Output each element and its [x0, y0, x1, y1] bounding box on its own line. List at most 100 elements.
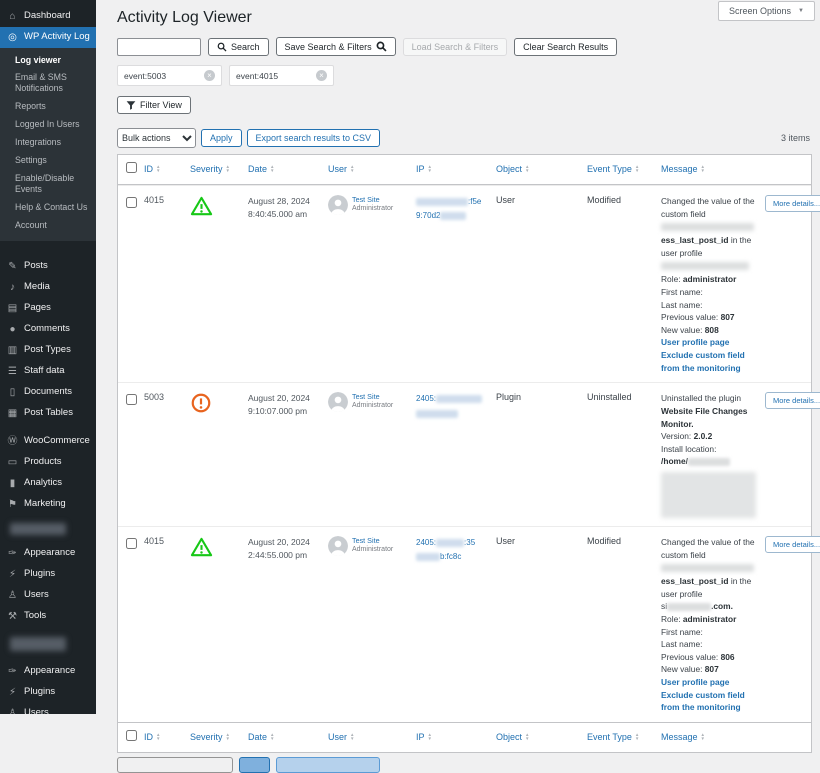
load-search-filters-button[interactable]: Load Search & Filters: [403, 38, 508, 56]
sidebar-item[interactable]: ● Comments: [0, 319, 96, 340]
sidebar-item[interactable]: ⚡ Plugins: [0, 564, 96, 585]
select-all-checkbox[interactable]: [126, 730, 137, 741]
save-search-filters-button[interactable]: Save Search & Filters: [276, 37, 396, 56]
more-details-button[interactable]: More details...: [765, 195, 820, 212]
column-header[interactable]: Date ▲▼: [248, 164, 328, 174]
sort-icon[interactable]: ▲▼: [428, 165, 432, 173]
bulk-actions-select[interactable]: [117, 757, 233, 773]
sidebar-item[interactable]: ⚑ Marketing: [0, 494, 96, 515]
sort-icon[interactable]: ▲▼: [156, 165, 160, 173]
sidebar-item-dashboard[interactable]: ⌂ Dashboard: [0, 6, 96, 27]
sidebar-item-wp-activity-log[interactable]: ◎ WP Activity Log: [0, 27, 96, 48]
sidebar-item[interactable]: ▮ Analytics: [0, 473, 96, 494]
apply-button[interactable]: Apply: [201, 129, 242, 147]
column-header[interactable]: User ▲▼: [328, 164, 416, 174]
filter-view-button[interactable]: Filter View: [117, 96, 191, 114]
redacted-text: [661, 564, 754, 572]
column-header[interactable]: Severity ▲▼: [190, 164, 248, 174]
sidebar-item[interactable]: ☰ Staff data: [0, 361, 96, 382]
sort-icon[interactable]: ▲▼: [701, 733, 705, 741]
redacted-ip: [436, 395, 482, 403]
clear-search-results-button[interactable]: Clear Search Results: [514, 38, 617, 56]
sort-icon[interactable]: ▲▼: [270, 733, 274, 741]
user-link[interactable]: Test Site: [352, 392, 393, 401]
sidebar-item[interactable]: ▤ Pages: [0, 298, 96, 319]
more-details-button[interactable]: More details...: [765, 392, 820, 409]
wp-activity-log-submenu: Log viewer Email & SMS Notifications Rep…: [0, 48, 96, 241]
row-checkbox[interactable]: [126, 197, 137, 208]
sort-icon[interactable]: ▲▼: [226, 733, 230, 741]
column-header[interactable]: Object ▲▼: [496, 164, 587, 174]
sort-icon[interactable]: ▲▼: [428, 733, 432, 741]
column-header[interactable]: ID ▲▼: [144, 164, 190, 174]
sidebar-subitem[interactable]: Integrations: [0, 134, 96, 152]
sidebar-subitem[interactable]: Enable/Disable Events: [0, 170, 96, 199]
sidebar-subitem[interactable]: Settings: [0, 152, 96, 170]
sort-icon[interactable]: ▲▼: [525, 733, 529, 741]
column-header[interactable]: Event Type ▲▼: [587, 164, 661, 174]
select-all-checkbox[interactable]: [126, 162, 137, 173]
sidebar-subitem[interactable]: Reports: [0, 98, 96, 116]
column-header[interactable]: Event Type ▲▼: [587, 732, 661, 742]
sort-icon[interactable]: ▲▼: [525, 165, 529, 173]
sidebar-item[interactable]: ✎ Posts: [0, 256, 96, 277]
column-header[interactable]: ID ▲▼: [144, 732, 190, 742]
sidebar-item[interactable]: ⚒ Tools: [0, 606, 96, 627]
remove-filter-icon[interactable]: ×: [316, 70, 327, 81]
sidebar-item[interactable]: ♙ Users: [0, 585, 96, 606]
column-header[interactable]: Message ▲▼: [661, 732, 811, 742]
column-header[interactable]: Date ▲▼: [248, 732, 328, 742]
sidebar-subitem[interactable]: Email & SMS Notifications: [0, 69, 96, 98]
sidebar-item[interactable]: ♙ Users: [0, 703, 96, 714]
event-ip[interactable]: 2405:: [416, 392, 496, 421]
search-button[interactable]: Search: [208, 38, 269, 56]
sidebar-item[interactable]: ✑ Appearance: [0, 661, 96, 682]
column-header[interactable]: Severity ▲▼: [190, 732, 248, 742]
row-checkbox[interactable]: [126, 394, 137, 405]
column-header[interactable]: Object ▲▼: [496, 732, 587, 742]
column-header[interactable]: IP ▲▼: [416, 732, 496, 742]
sidebar-subitem[interactable]: Logged In Users: [0, 116, 96, 134]
sidebar-item[interactable]: ▦ Post Tables: [0, 403, 96, 424]
column-header[interactable]: User ▲▼: [328, 732, 416, 742]
sort-icon[interactable]: ▲▼: [635, 733, 639, 741]
sidebar-subitem[interactable]: Help & Contact Us: [0, 199, 96, 217]
row-checkbox[interactable]: [126, 538, 137, 549]
redacted-sidebar-item: [10, 523, 66, 535]
sort-icon[interactable]: ▲▼: [226, 165, 230, 173]
sidebar-item[interactable]: ▥ Post Types: [0, 340, 96, 361]
sidebar-item[interactable]: Ⓦ WooCommerce: [0, 431, 96, 452]
export-csv-button[interactable]: [276, 757, 380, 773]
search-input[interactable]: [117, 38, 201, 56]
sidebar-item[interactable]: ▭ Products: [0, 452, 96, 473]
sort-icon[interactable]: ▲▼: [635, 165, 639, 173]
sort-icon[interactable]: ▲▼: [350, 165, 354, 173]
exclude-custom-field-link[interactable]: Exclude custom field from the monitoring: [661, 689, 758, 714]
bulk-actions-select[interactable]: Bulk actions: [117, 128, 196, 148]
sort-icon[interactable]: ▲▼: [156, 733, 160, 741]
user-link[interactable]: Test Site: [352, 536, 393, 545]
remove-filter-icon[interactable]: ×: [204, 70, 215, 81]
sidebar-item[interactable]: ▯ Documents: [0, 382, 96, 403]
user-profile-page-link[interactable]: User profile page: [661, 676, 758, 689]
sidebar-item[interactable]: ⚡ Plugins: [0, 682, 96, 703]
export-csv-button[interactable]: Export search results to CSV: [247, 129, 381, 147]
sidebar-item[interactable]: ♪ Media: [0, 277, 96, 298]
event-date: August 20, 20249:10:07.000 pm: [248, 392, 328, 418]
column-header[interactable]: Message ▲▼: [661, 164, 811, 174]
event-ip[interactable]: :f5e 9:70d2: [416, 195, 496, 224]
user-profile-page-link[interactable]: User profile page: [661, 336, 758, 349]
screen-options-button[interactable]: Screen Options ▼: [718, 1, 815, 21]
sidebar-subitem[interactable]: Account: [0, 217, 96, 235]
sort-icon[interactable]: ▲▼: [701, 165, 705, 173]
event-ip[interactable]: 2405::35 b:fc8c: [416, 536, 496, 565]
sidebar-subitem[interactable]: Log viewer: [0, 51, 96, 69]
more-details-button[interactable]: More details...: [765, 536, 820, 553]
sidebar-item[interactable]: ✑ Appearance: [0, 543, 96, 564]
sort-icon[interactable]: ▲▼: [350, 733, 354, 741]
exclude-custom-field-link[interactable]: Exclude custom field from the monitoring: [661, 349, 758, 374]
sort-icon[interactable]: ▲▼: [270, 165, 274, 173]
apply-button[interactable]: [239, 757, 270, 773]
column-header[interactable]: IP ▲▼: [416, 164, 496, 174]
user-link[interactable]: Test Site: [352, 195, 393, 204]
